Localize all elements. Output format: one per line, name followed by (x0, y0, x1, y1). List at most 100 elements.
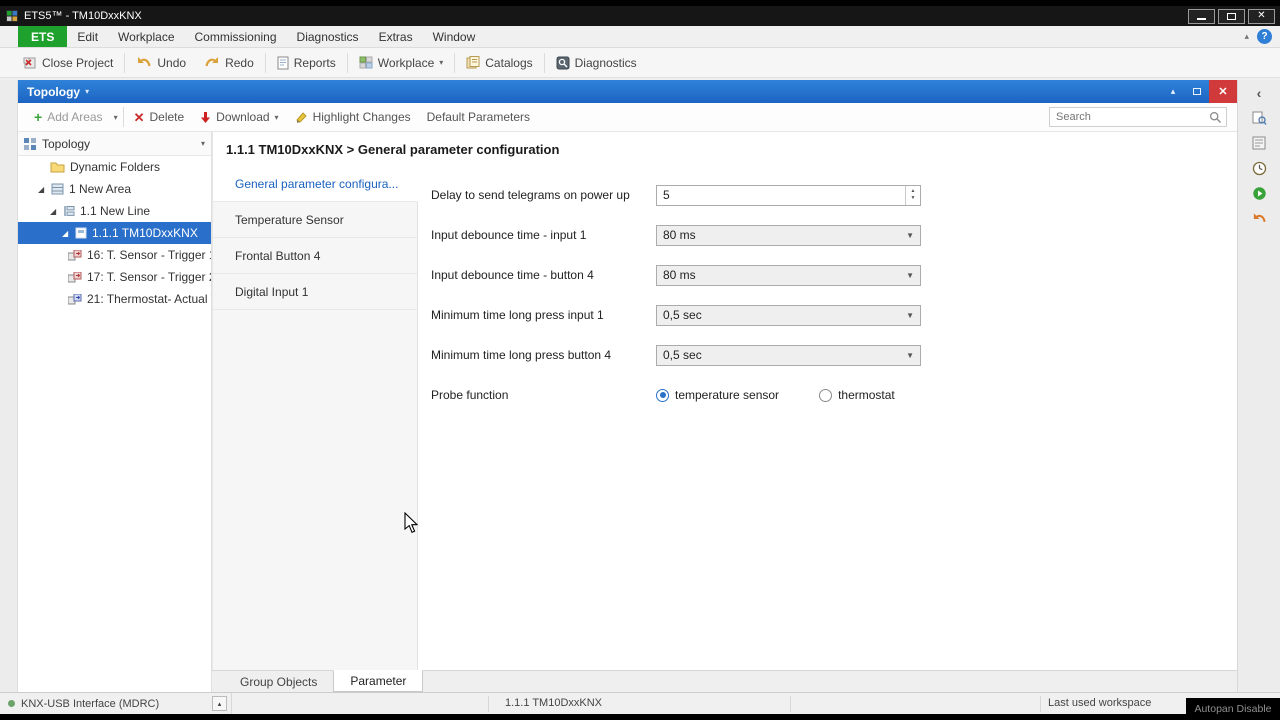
tree-item-new-line[interactable]: ◢ 1.1 New Line (18, 200, 211, 222)
undo-icon (136, 56, 152, 69)
longpress-button4-select[interactable]: 0,5 sec ▼ (656, 345, 921, 366)
workplace-dropdown-button[interactable]: Workplace ▾ (350, 51, 452, 75)
panel-title[interactable]: Topology (18, 85, 80, 99)
search-icon[interactable] (1209, 111, 1222, 124)
toolbar-separator (454, 53, 455, 73)
panel-collapse-button[interactable]: ▴ (1161, 80, 1185, 103)
highlight-changes-button[interactable]: Highlight Changes (287, 106, 419, 128)
active-operations-button[interactable] (1249, 184, 1269, 202)
menu-item-commissioning[interactable]: Commissioning (185, 26, 287, 47)
select-value: 80 ms (657, 228, 906, 242)
param-label: Delay to send telegrams on power up (431, 188, 656, 202)
menu-item-edit[interactable]: Edit (67, 26, 108, 47)
properties-panel-button[interactable] (1249, 134, 1269, 152)
tab-parameter[interactable]: Parameter (333, 670, 423, 692)
expander-icon[interactable]: ◢ (38, 185, 51, 194)
menu-ets-button[interactable]: ETS (18, 26, 67, 47)
add-areas-button[interactable]: + Add Areas (26, 106, 111, 128)
maximize-button[interactable] (1218, 9, 1245, 24)
toolbar-separator (347, 53, 348, 73)
main-toolbar: Close Project Undo Redo Reports (0, 48, 1280, 78)
window-titlebar: ETS5™ - TM10DxxKNX ✕ (0, 6, 1280, 26)
menu-item-extras[interactable]: Extras (369, 26, 423, 47)
tree-header[interactable]: Topology ▾ (18, 132, 211, 156)
interface-caret-button[interactable]: ▴ (212, 696, 227, 711)
tab-group-objects[interactable]: Group Objects (224, 671, 333, 692)
reports-button[interactable]: Reports (268, 51, 345, 75)
panel-window-controls: ▴ ✕ (1161, 80, 1237, 103)
close-project-button[interactable]: Close Project (14, 51, 122, 75)
window-controls: ✕ (1185, 9, 1275, 24)
caret-down-icon[interactable]: ▾ (85, 87, 89, 96)
catalogs-icon (466, 56, 480, 69)
close-icon: ✕ (1218, 85, 1227, 98)
caret-down-icon: ▾ (275, 113, 279, 122)
delay-spinner[interactable]: 5 ▲ ▼ (656, 185, 921, 206)
tree-item-device-selected[interactable]: ◢ 1.1.1 TM10DxxKNX (18, 222, 211, 244)
tree-item-object-16[interactable]: 16: T. Sensor - Trigger 1 -... (18, 244, 211, 266)
status-workspace-label: Last used workspace (1048, 697, 1151, 709)
tab-frontal-button-4[interactable]: Frontal Button 4 (213, 238, 417, 274)
breadcrumb: 1.1.1 TM10DxxKNX > General parameter con… (213, 132, 1237, 166)
radio-temperature-sensor[interactable] (656, 389, 669, 402)
panel-maximize-button[interactable] (1185, 80, 1209, 103)
diagnostics-button[interactable]: Diagnostics (547, 51, 646, 75)
param-label: Input debounce time - button 4 (431, 268, 656, 282)
plus-icon: + (34, 110, 42, 124)
statusbar-separator (488, 696, 489, 712)
tree-item-new-area[interactable]: ◢ 1 New Area (18, 178, 211, 200)
spin-down-icon[interactable]: ▼ (911, 195, 916, 202)
reports-icon (277, 56, 289, 70)
close-icon: ✕ (1257, 11, 1265, 21)
spinner-arrows[interactable]: ▲ ▼ (905, 186, 920, 205)
collapse-ribbon-icon[interactable]: ▴ (1244, 31, 1249, 42)
undo-button[interactable]: Undo (127, 51, 195, 75)
interface-selector[interactable]: KNX-USB Interface (MDRC) ▴ (0, 693, 232, 714)
menu-item-workplace[interactable]: Workplace (108, 26, 184, 47)
menu-item-diagnostics[interactable]: Diagnostics (287, 26, 369, 47)
spin-up-icon[interactable]: ▲ (911, 188, 916, 195)
group-object-icon (68, 272, 82, 283)
tree-item-object-21[interactable]: 21: Thermostat- Actual Te... (18, 288, 211, 310)
menu-item-window[interactable]: Window (423, 26, 486, 47)
tree-item-dynamic-folders[interactable]: Dynamic Folders (18, 156, 211, 178)
radio-label[interactable]: thermostat (838, 388, 895, 402)
debounce-input1-select[interactable]: 80 ms ▼ (656, 225, 921, 246)
add-areas-caret-button[interactable]: ▾ (111, 106, 121, 128)
radio-thermostat[interactable] (819, 389, 832, 402)
sidebar-collapse-button[interactable]: ‹ (1249, 84, 1269, 102)
tree-item-object-17[interactable]: 17: T. Sensor - Trigger 2 -... (18, 266, 211, 288)
tab-temperature-sensor[interactable]: Temperature Sensor (213, 202, 417, 238)
close-button[interactable]: ✕ (1248, 9, 1275, 24)
connection-status-icon (8, 700, 15, 707)
minimize-button[interactable] (1188, 9, 1215, 24)
longpress-input1-select[interactable]: 0,5 sec ▼ (656, 305, 921, 326)
menu-bar: ETS Edit Workplace Commissioning Diagnos… (0, 26, 1280, 48)
diagnostics-icon (556, 56, 570, 70)
spinner-value: 5 (657, 188, 905, 202)
minimize-icon (1197, 18, 1206, 20)
download-button[interactable]: Download ▾ (192, 106, 286, 128)
find-panel-button[interactable] (1249, 109, 1269, 127)
caret-down-icon[interactable]: ▾ (201, 139, 205, 148)
toolbar-separator (265, 53, 266, 73)
default-parameters-button[interactable]: Default Parameters (419, 106, 538, 128)
redo-button[interactable]: Redo (195, 51, 263, 75)
param-label: Minimum time long press input 1 (431, 308, 656, 322)
expander-icon[interactable]: ◢ (62, 229, 75, 238)
parameter-body: General parameter configura... Temperatu… (213, 166, 1237, 670)
help-icon[interactable]: ? (1257, 29, 1272, 44)
radio-label[interactable]: temperature sensor (675, 388, 779, 402)
panel-close-button[interactable]: ✕ (1209, 80, 1237, 103)
catalogs-button[interactable]: Catalogs (457, 51, 541, 75)
pending-operations-button[interactable] (1249, 159, 1269, 177)
caret-down-icon: ▼ (906, 311, 914, 320)
debounce-button4-select[interactable]: 80 ms ▼ (656, 265, 921, 286)
search-input[interactable] (1056, 111, 1209, 123)
parameter-tab-column: General parameter configura... Temperatu… (213, 166, 418, 670)
tab-digital-input-1[interactable]: Digital Input 1 (213, 274, 417, 310)
tab-general-parameter-configuration[interactable]: General parameter configura... (213, 166, 418, 202)
expander-icon[interactable]: ◢ (50, 207, 63, 216)
delete-button[interactable]: ✕ Delete (126, 106, 193, 128)
history-undo-button[interactable] (1249, 209, 1269, 227)
